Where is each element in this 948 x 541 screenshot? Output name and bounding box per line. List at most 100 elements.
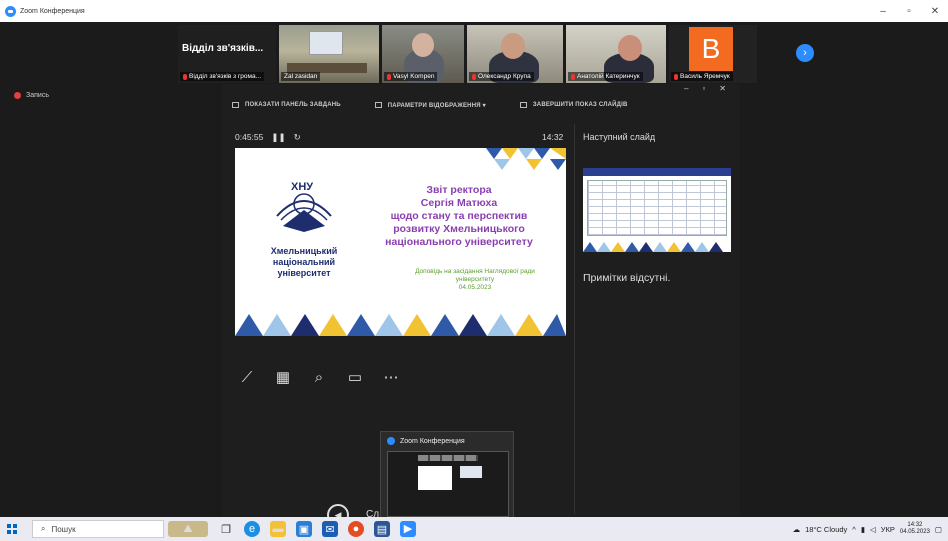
mini-slide [418,466,452,490]
window-title: Zoom Конференция [20,7,85,15]
participant-tile[interactable]: B Василь Яремчук [669,25,757,83]
store-icon[interactable]: ▣ [296,521,312,537]
svg-text:ХНУ: ХНУ [291,181,313,193]
participant-group-label: Відділ зв'язків... [182,43,264,54]
university-name: Хмельницький національний університет [249,246,359,279]
zoom-icon[interactable]: ⌕ [308,366,330,388]
maximize-icon[interactable]: ▫ [702,84,705,96]
mic-muted-icon [472,73,476,80]
volume-icon[interactable]: ◁ [870,525,876,534]
presenter-toolbar: ПОКАЗАТИ ПАНЕЛЬ ЗАВДАНЬ ПАРАМЕТРИ ВІДОБР… [232,96,628,114]
participant-tile[interactable]: Zal zasidan [279,25,379,83]
slide-title-line: національного університету [385,236,533,248]
preview-title: Zoom Конференция [387,437,465,445]
participant-tile[interactable]: Анатолій Катеринчук [566,25,666,83]
slide-subtitle-line: Доповідь на засідання Наглядової ради [415,268,535,275]
participant-name: Василь Яремчук [671,72,733,81]
participant-video-head [501,33,525,59]
pause-icon[interactable]: ❚❚ [271,132,285,143]
display-settings-button[interactable]: ПАРАМЕТРИ ВІДОБРАЖЕННЯ ▾ [374,102,486,109]
chevron-right-icon[interactable]: › [796,44,814,62]
taskbar-window-preview[interactable]: Zoom Конференция [380,431,514,521]
room-projector-screen [309,31,343,55]
slide-grid-icon[interactable]: ▦ [272,366,294,388]
lang-indicator[interactable]: УКР [881,525,895,534]
mic-muted-icon [387,73,391,80]
recording-indicator[interactable]: Запись [14,92,49,99]
zoom-logo-icon [387,437,395,445]
close-icon[interactable]: ✕ [719,84,726,96]
clock-time: 14:32 [907,522,923,528]
end-slideshow-button[interactable]: ЗАВЕРШИТИ ПОКАЗ СЛАЙДІВ [519,102,628,108]
next-slide-table [587,180,727,236]
mini-participant-strip [418,455,478,461]
end-slideshow-label: ЗАВЕРШИТИ ПОКАЗ СЛАЙДІВ [532,102,628,108]
logo-line: Хмельницький [270,246,338,256]
slide-subtitle-line: університету [455,276,495,283]
edge-icon[interactable]: e [244,521,260,537]
show-taskbar-button[interactable]: ПОКАЗАТИ ПАНЕЛЬ ЗАВДАНЬ [232,102,341,108]
chrome-icon[interactable]: ● [348,521,364,537]
task-view-icon[interactable]: ❐ [218,521,234,537]
monitor-icon [374,102,382,108]
next-slide-thumbnail[interactable] [583,168,731,252]
mic-muted-icon [674,73,678,80]
chevron-up-icon[interactable]: ^ [852,525,856,534]
maximize-icon[interactable]: ▫ [896,0,922,22]
end-show-icon [519,102,527,108]
widget-icon[interactable]: ⛰ [168,521,208,537]
slide-decor-bottom [235,314,566,336]
participant-name: Відділ зв'язків з грома... [180,72,265,81]
more-options-icon[interactable]: ⋯ [380,366,402,388]
participant-video-head [618,35,642,61]
minimize-icon[interactable]: – [684,84,688,96]
participant-tile[interactable]: Олександр Крупа [467,25,563,83]
slide-title-line: щодо стану та перспектив [390,210,528,222]
notifications-icon[interactable]: ▢ [935,525,942,534]
preview-title-text: Zoom Конференция [400,437,465,445]
participant-name: Zal zasidan [281,72,321,81]
slide-subtitle: Доповідь на засідання Наглядової ради ун… [385,268,565,292]
logo-line: університет [277,268,331,278]
word-icon[interactable]: ▤ [374,521,390,537]
screen-icon[interactable]: ▭ [344,366,366,388]
participant-tile[interactable]: Vasyl Kompen [382,25,464,83]
slide-title-line: Звіт ректора [426,184,492,196]
next-slide-decor [583,242,723,252]
university-emblem-icon: ХНУ [276,181,332,232]
slide-decor-top [486,148,566,170]
participant-video-head [412,33,434,57]
system-clock[interactable]: 14:32 04.05.2023 [900,522,930,536]
participant-name: Олександр Крупа [469,72,534,81]
clock-date: 04.05.2023 [899,529,930,535]
mail-icon[interactable]: ✉ [322,521,338,537]
weather-text[interactable]: 18°C Cloudy [805,525,847,534]
zoom-logo-icon [5,5,16,17]
current-time: 14:32 [542,132,564,142]
current-slide[interactable]: ХНУ Хмельницький національний університе… [235,148,566,336]
network-icon[interactable]: ▮ [861,525,865,534]
start-button[interactable] [0,517,24,541]
system-tray: ☁ 18°C Cloudy ^ ▮ ◁ УКР 14:32 04.05.2023… [793,517,948,541]
close-icon[interactable]: ✕ [922,0,948,22]
windows-logo-icon [7,524,17,534]
next-slide-header [583,168,731,176]
participant-tile[interactable]: Відділ зв'язків... Відділ зв'язків з гро… [178,25,276,83]
slide-date: 04.05.2023 [458,284,492,291]
search-box[interactable]: ⌕ Пошук [32,520,164,538]
timer-value: 0:45:55 [235,132,264,142]
logo-line: національний [272,257,336,267]
restart-icon[interactable]: ↻ [294,132,301,143]
preview-thumbnail [387,451,509,517]
slide-tools: ⟋ ▦ ⌕ ▭ ⋯ [236,366,402,388]
zoom-taskbar-icon[interactable]: ▶ [400,521,416,537]
slide-title-line: розвитку Хмельницького [393,223,525,235]
search-icon: ⌕ [41,524,46,533]
file-explorer-icon[interactable]: ▬ [270,521,286,537]
participant-name: Анатолій Катеринчук [568,72,643,81]
mic-muted-icon [183,73,187,80]
pane-divider [574,124,575,514]
mini-next-slide [460,466,482,478]
pen-icon[interactable]: ⟋ [236,366,258,388]
minimize-icon[interactable]: – [870,0,896,22]
